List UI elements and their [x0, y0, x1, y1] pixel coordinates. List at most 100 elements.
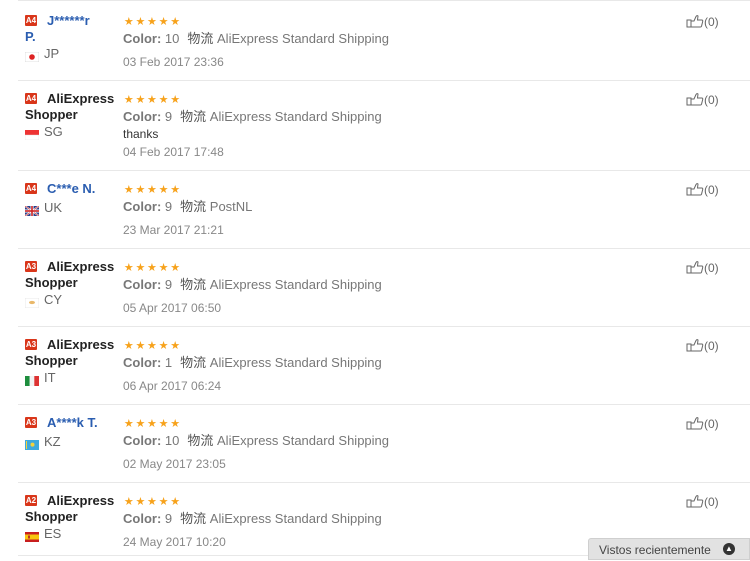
helpful-button[interactable]: (0): [686, 14, 719, 29]
star-icon: ★: [158, 340, 169, 352]
star-icon: ★: [147, 16, 157, 28]
flag-sg-icon: [24, 127, 40, 141]
buyer-name[interactable]: J******r: [47, 13, 90, 28]
feedback-item: A4 J******r P. JP ★ ★ ★ ★ ★ Color: 10 物流 AliExpres…: [0, 3, 750, 81]
thumbs-up-icon: [686, 495, 704, 508]
star-icon: ★: [170, 184, 181, 196]
color-value: 9: [164, 109, 173, 124]
helpful-button[interactable]: (0): [686, 416, 719, 431]
helpful-count: (0): [704, 261, 719, 275]
color-label: Color:: [123, 199, 162, 214]
helpful-button[interactable]: (0): [686, 92, 719, 107]
shipping-method: AliExpress Standard Shipping: [217, 31, 390, 46]
star-icon: ★: [158, 418, 169, 430]
buyer-name-line2: Shopper: [25, 509, 78, 524]
thumbs-up-icon: [686, 417, 704, 430]
color-label: Color:: [123, 511, 162, 526]
logistics-label: 物流: [187, 31, 214, 46]
buyer-name[interactable]: C***e N.: [47, 181, 95, 196]
feedback-text: thanks: [123, 127, 159, 141]
order-info: Color: 9 物流 AliExpress Standard Shipping: [123, 109, 382, 125]
order-info: Color: 9 物流 AliExpress Standard Shipping: [123, 277, 382, 293]
order-info: Color: 10 物流 AliExpress Standard Shipping: [123, 433, 389, 449]
helpful-count: (0): [704, 93, 719, 107]
helpful-button[interactable]: (0): [686, 260, 719, 275]
shipping-method: AliExpress Standard Shipping: [209, 277, 382, 292]
star-icon: ★: [135, 496, 146, 508]
buyer-name: AliExpress: [47, 91, 115, 106]
helpful-count: (0): [704, 417, 719, 431]
star-icon: ★: [135, 184, 146, 196]
star-icon: ★: [158, 16, 169, 28]
thumbs-up-icon: [686, 183, 704, 196]
logistics-label: 物流: [180, 199, 207, 214]
feedback-item: A3 AliExpress Shopper IT ★ ★ ★ ★ ★ Color: 1 物流 Ali…: [0, 327, 750, 405]
feedback-list: A4 J******r P. JP ★ ★ ★ ★ ★ Color: 10 物流 AliExpres…: [0, 0, 750, 556]
helpful-button[interactable]: (0): [686, 338, 719, 353]
star-icon: ★: [123, 418, 134, 430]
feedback-date: 02 May 2017 23:05: [123, 457, 226, 471]
thumbs-up-icon: [686, 261, 704, 274]
shipping-method: AliExpress Standard Shipping: [217, 433, 390, 448]
buyer-name-line2: Shopper: [25, 353, 78, 368]
star-icon: ★: [123, 496, 134, 508]
feedback-date: 23 Mar 2017 21:21: [123, 223, 224, 237]
star-icon: ★: [158, 262, 169, 274]
star-icon: ★: [123, 16, 134, 28]
star-rating: ★ ★ ★ ★ ★: [123, 16, 181, 28]
color-value: 1: [164, 355, 173, 370]
star-icon: ★: [170, 340, 181, 352]
star-icon: ★: [147, 418, 157, 430]
thumbs-up-icon: [686, 93, 704, 106]
buyer-level-badge: A2: [25, 495, 37, 506]
logistics-label: 物流: [187, 433, 214, 448]
star-icon: ★: [147, 184, 157, 196]
buyer-country: ES: [44, 526, 62, 541]
star-rating: ★ ★ ★ ★ ★: [123, 496, 181, 508]
color-label: Color:: [123, 31, 162, 46]
star-icon: ★: [147, 262, 157, 274]
star-icon: ★: [123, 340, 134, 352]
color-value: 10: [164, 433, 180, 448]
color-label: Color:: [123, 109, 162, 124]
order-info: Color: 10 物流 AliExpress Standard Shipping: [123, 31, 389, 47]
buyer-name-line2: Shopper: [25, 107, 78, 122]
star-icon: ★: [147, 340, 157, 352]
buyer-country: UK: [44, 200, 63, 215]
star-rating: ★ ★ ★ ★ ★: [123, 340, 181, 352]
chevron-up-icon[interactable]: ▲: [723, 543, 735, 555]
feedback-item: A3 A****k T. KZ ★ ★ ★ ★ ★ Color: 10 物流 AliExpress…: [0, 405, 750, 483]
color-label: Color:: [123, 277, 162, 292]
feedback-date: 03 Feb 2017 23:36: [123, 55, 224, 69]
star-icon: ★: [170, 94, 181, 106]
feedback-item: A4 AliExpress Shopper SG ★ ★ ★ ★ ★ Color: 9 物流 Ali…: [0, 81, 750, 171]
buyer-country: IT: [44, 370, 56, 385]
logistics-label: 物流: [180, 355, 207, 370]
buyer-name: AliExpress: [47, 337, 115, 352]
order-info: Color: 9 物流 PostNL: [123, 199, 252, 215]
buyer-name-line2: Shopper: [25, 275, 78, 290]
recently-viewed-tab[interactable]: Vistos recientemente ▲: [588, 538, 750, 560]
flag-jp-icon: [24, 49, 40, 63]
feedback-item: A3 AliExpress Shopper CY ★ ★ ★ ★ ★ Color: 9 物流 Ali…: [0, 249, 750, 327]
star-icon: ★: [158, 496, 169, 508]
star-icon: ★: [135, 340, 146, 352]
star-rating: ★ ★ ★ ★ ★: [123, 418, 181, 430]
divider: [18, 0, 750, 1]
helpful-button[interactable]: (0): [686, 182, 719, 197]
star-icon: ★: [158, 94, 169, 106]
star-icon: ★: [158, 184, 169, 196]
color-value: 9: [164, 511, 173, 526]
buyer-country: CY: [44, 292, 63, 307]
star-icon: ★: [147, 496, 157, 508]
feedback-date: 24 May 2017 10:20: [123, 535, 226, 549]
feedback-item: A4 C***e N. UK ★ ★ ★ ★ ★ Color: 9 物流 PostNL 23 Mar…: [0, 171, 750, 249]
flag-it-icon: [25, 373, 39, 386]
recently-viewed-label: Vistos recientemente: [599, 543, 711, 557]
order-info: Color: 9 物流 AliExpress Standard Shipping: [123, 511, 382, 527]
helpful-button[interactable]: (0): [686, 494, 719, 509]
star-icon: ★: [135, 16, 146, 28]
helpful-count: (0): [704, 15, 719, 29]
buyer-name[interactable]: A****k T.: [47, 415, 98, 430]
buyer-level-badge: A3: [25, 417, 37, 428]
